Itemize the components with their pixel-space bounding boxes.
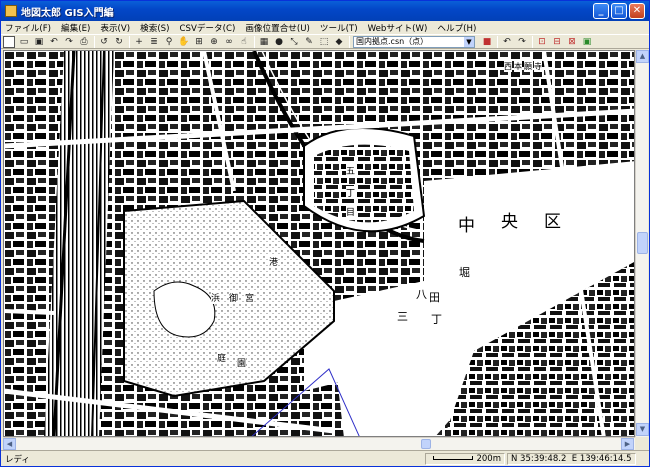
map-label: 田 [429, 289, 440, 305]
map-label: 浜 [211, 291, 221, 304]
menu-search[interactable]: 検索(S) [140, 22, 169, 34]
toolbar-separator [497, 35, 498, 48]
menu-view[interactable]: 表示(V) [100, 22, 130, 34]
map-label: 港 [269, 255, 279, 268]
print-icon[interactable]: ⎙ [78, 36, 90, 48]
maximize-button[interactable]: □ [611, 3, 627, 19]
map-label: 丁 [431, 311, 442, 327]
vertical-scroll-thumb[interactable] [637, 232, 648, 254]
toolbar-separator [129, 35, 130, 48]
menu-tools[interactable]: ツール(T) [320, 22, 358, 34]
window-title: 地図太郎 GIS入門編 [21, 7, 114, 19]
zoom-icon[interactable]: ⚲ [163, 36, 175, 48]
menu-bar: ファイル(F) 編集(E) 表示(V) 検索(S) CSVデータ(C) 画像位置… [1, 21, 649, 34]
map-label: 願 [524, 61, 532, 72]
scroll-left-icon[interactable]: ◀ [3, 438, 16, 450]
menu-csv[interactable]: CSVデータ(C) [180, 22, 236, 34]
close-button[interactable]: ✕ [629, 3, 645, 19]
scale-label: 200m [476, 453, 501, 464]
title-bar[interactable]: 地図太郎 GIS入門編 _ □ ✕ [1, 1, 649, 21]
undo-icon[interactable]: ↶ [48, 36, 60, 48]
coord-east: E 139:46:14.5 [571, 453, 632, 464]
map-label: 央 [501, 207, 518, 232]
hand-icon[interactable]: ☝ [238, 36, 250, 48]
table-icon[interactable]: ▦ [258, 36, 270, 48]
save-layer-icon[interactable]: ▣ [581, 36, 593, 48]
map-label: 園 [237, 356, 247, 369]
toolbar: ▭ ▣ ↶ ↷ ⎙ ↺ ↻ + ≣ ⚲ ✋ ⊞ ⊕ ∞ ☝ ▦ ● ⤡ ✎ ⬚ … [1, 34, 649, 49]
menu-help[interactable]: ヘルプ(H) [437, 22, 476, 34]
map-canvas[interactable]: 中 央 区 五 丁 目 八 丁 堀 三 田 港 浜 御 宮 庭 園 西 本 願 … [3, 50, 635, 437]
map-label: 丁 [346, 186, 356, 199]
forward-icon[interactable]: ↻ [113, 36, 125, 48]
open-icon[interactable]: ▭ [18, 36, 30, 48]
pan-icon[interactable]: ✋ [178, 36, 190, 48]
new-icon[interactable] [3, 35, 15, 48]
scroll-up-icon[interactable]: ▲ [636, 50, 649, 63]
horizontal-scroll-thumb[interactable] [421, 439, 431, 449]
color-icon[interactable]: ■ [481, 36, 493, 48]
map-label: 宮 [245, 291, 255, 304]
measure-icon[interactable]: ⤡ [288, 36, 300, 48]
find-icon[interactable]: ⊕ [208, 36, 220, 48]
binoculars-icon[interactable]: ∞ [223, 36, 235, 48]
map-label: 区 [544, 207, 561, 232]
coordinate-readout: N 35:39:48.2 E 139:46:14.5 [507, 452, 636, 465]
menu-image-align[interactable]: 画像位置合せ(U) [245, 22, 310, 34]
minimize-button[interactable]: _ [593, 3, 609, 19]
map-label: 中 [458, 211, 475, 236]
draw-line-icon[interactable]: ✎ [303, 36, 315, 48]
map-label: 西 [504, 61, 512, 72]
save-icon[interactable]: ▣ [33, 36, 45, 48]
map-label: 庭 [217, 351, 227, 364]
scroll-down-icon[interactable]: ▼ [636, 423, 649, 436]
polygon-add-icon[interactable]: ⊠ [566, 36, 578, 48]
scale-bar [433, 456, 474, 460]
map-label: 寺 [534, 61, 542, 72]
menu-website[interactable]: Webサイト(W) [368, 22, 428, 34]
map-label: 本 [514, 61, 522, 72]
layer-select[interactable]: 国内拠点.csn（点） ▼ [353, 35, 475, 48]
horizontal-scrollbar[interactable]: ◀ ▶ [3, 437, 635, 450]
map-label: 御 [229, 291, 239, 304]
select-icon[interactable]: ⬚ [318, 36, 330, 48]
map-label: 八 [416, 286, 427, 302]
menu-edit[interactable]: 編集(E) [61, 22, 90, 34]
status-bar: レディ 200m N 35:39:48.2 E 139:46:14.5 [1, 450, 649, 466]
layers-icon[interactable]: ≣ [148, 36, 160, 48]
map-label: 三 [397, 308, 408, 324]
toolbar-separator [254, 35, 255, 48]
line-add-icon[interactable]: ⊟ [551, 36, 563, 48]
map-label: 五 [346, 164, 356, 177]
edit-icon[interactable]: ◆ [333, 36, 345, 48]
undo-edit-icon[interactable]: ↶ [501, 36, 513, 48]
redo-icon[interactable]: ↷ [63, 36, 75, 48]
app-window: 地図太郎 GIS入門編 _ □ ✕ ファイル(F) 編集(E) 表示(V) 検索… [0, 0, 650, 467]
scale-indicator: 200m [425, 452, 505, 465]
scroll-right-icon[interactable]: ▶ [621, 438, 634, 450]
map-image [4, 51, 634, 436]
toolbar-separator [94, 35, 95, 48]
info-icon[interactable]: ● [273, 36, 285, 48]
map-label: 堀 [459, 264, 470, 280]
point-add-icon[interactable]: ⊡ [536, 36, 548, 48]
toolbar-separator [349, 35, 350, 48]
vertical-scrollbar[interactable]: ▲ ▼ [635, 50, 649, 437]
chevron-down-icon[interactable]: ▼ [464, 36, 474, 47]
full-extent-icon[interactable]: ⊞ [193, 36, 205, 48]
back-icon[interactable]: ↺ [98, 36, 110, 48]
add-icon[interactable]: + [133, 36, 145, 48]
app-icon [5, 5, 17, 17]
redo-edit-icon[interactable]: ↷ [516, 36, 528, 48]
layer-select-value: 国内拠点.csn（点） [356, 36, 429, 46]
map-label: 目 [346, 205, 356, 218]
menu-file[interactable]: ファイル(F) [5, 22, 51, 34]
toolbar-separator [532, 35, 533, 48]
coord-north: N 35:39:48.2 [511, 453, 567, 464]
status-text: レディ [5, 454, 30, 465]
